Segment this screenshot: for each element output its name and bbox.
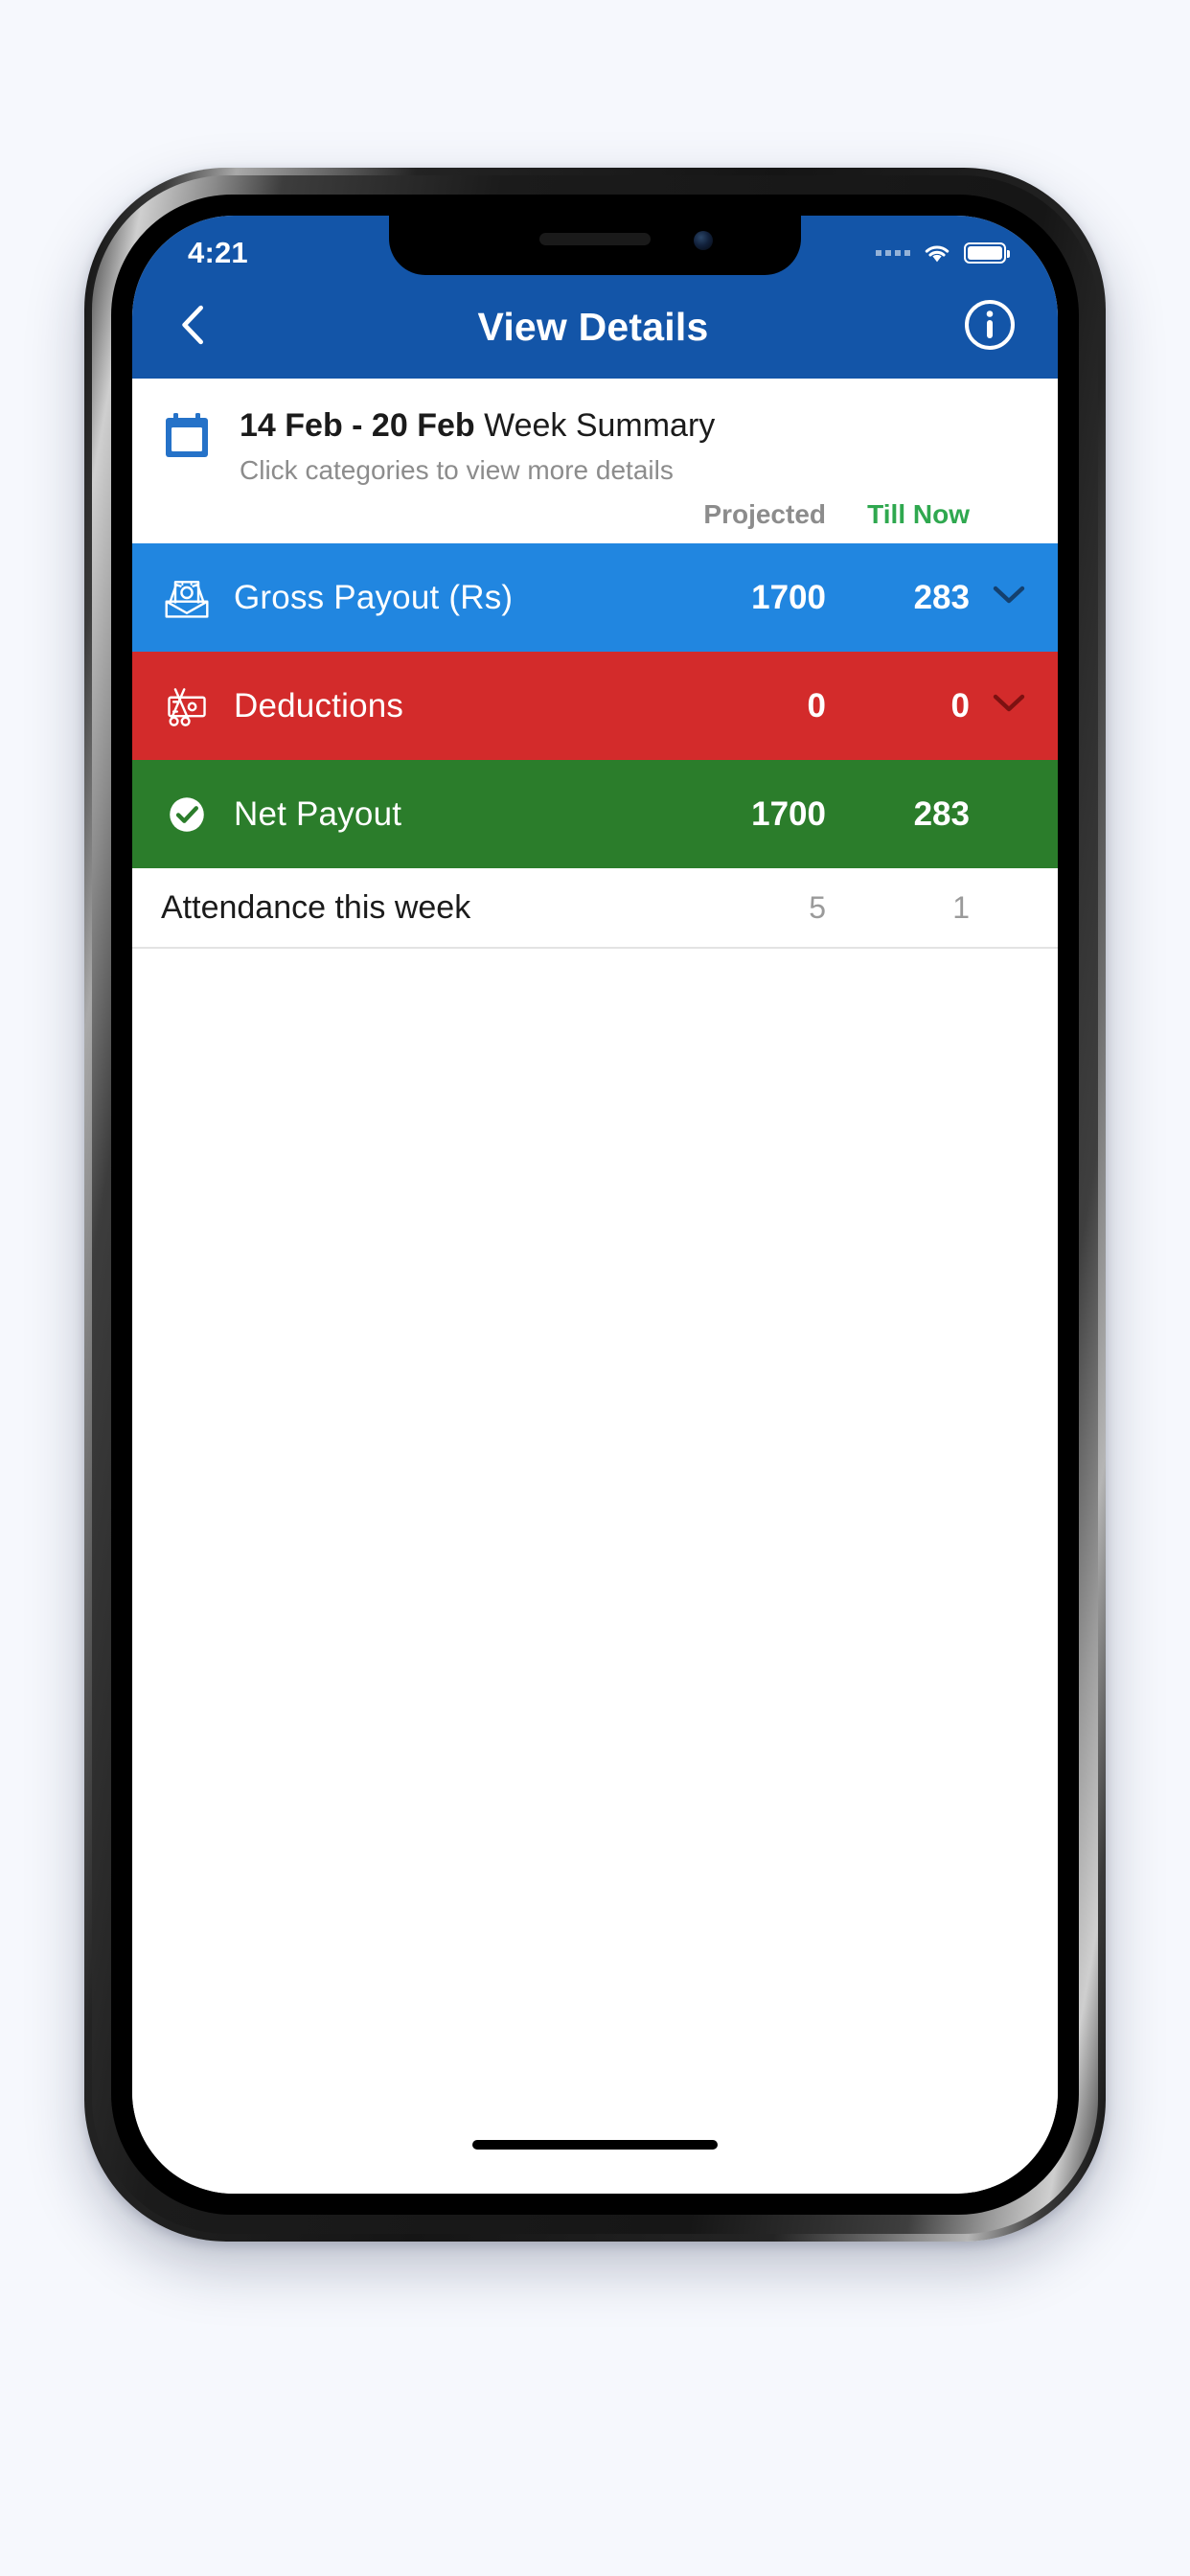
status-bar-clock: 4:21 <box>188 236 248 269</box>
front-camera <box>694 231 713 250</box>
week-summary-subtitle: Click categories to view more details <box>240 454 674 485</box>
chevron-down-icon <box>993 585 1025 610</box>
week-date-range: 14 Feb - 20 Feb <box>240 407 475 444</box>
info-button[interactable] <box>960 297 1019 356</box>
category-projected-value: 1700 <box>751 578 826 616</box>
attendance-row: Attendance this week 5 1 <box>132 868 1058 950</box>
screenshot-stage: 4:21 View Details 14 Feb - 20 Feb Week S… <box>0 0 1190 2576</box>
phone-device-frame: 4:21 View Details 14 Feb - 20 Feb Week S… <box>84 168 1106 2242</box>
signal-dots-icon <box>876 250 910 256</box>
attendance-till-now-value: 1 <box>952 889 970 925</box>
category-projected-value: 1700 <box>751 794 826 833</box>
category-label: Gross Payout (Rs) <box>234 578 514 616</box>
status-bar-indicators <box>876 227 1010 264</box>
home-indicator[interactable] <box>472 2140 718 2150</box>
category-row-gross-payout[interactable]: Gross Payout (Rs) 1700 283 <box>132 543 1058 653</box>
week-summary-suffix: Week Summary <box>474 407 716 444</box>
category-projected-value: 0 <box>807 686 826 724</box>
chevron-down-icon <box>993 693 1025 719</box>
money-envelope-icon <box>161 572 213 624</box>
page-title: View Details <box>477 304 709 349</box>
expand-toggle-gross-payout[interactable] <box>970 585 1025 610</box>
battery-full-icon <box>964 242 1010 264</box>
category-label: Net Payout <box>234 794 402 833</box>
back-button[interactable] <box>167 300 220 354</box>
column-header-till-now: Till Now <box>867 499 970 530</box>
check-circle-icon <box>161 789 213 840</box>
category-till-now-value: 0 <box>950 686 970 724</box>
attendance-label: Attendance this week <box>161 888 471 926</box>
phone-frame-bezel: 4:21 View Details 14 Feb - 20 Feb Week S… <box>111 195 1079 2215</box>
attendance-projected-value: 5 <box>809 889 826 925</box>
category-till-now-value: 283 <box>913 578 970 616</box>
info-circle-icon <box>963 298 1017 356</box>
week-summary-text: 14 Feb - 20 Feb Week Summary Click categ… <box>240 403 715 486</box>
phone-screen: 4:21 View Details 14 Feb - 20 Feb Week S… <box>132 216 1058 2194</box>
table-column-headers: Projected Till Now <box>132 495 1058 544</box>
phone-frame-midband: 4:21 View Details 14 Feb - 20 Feb Week S… <box>92 175 1098 2234</box>
wifi-icon <box>923 242 951 264</box>
week-summary-title: 14 Feb - 20 Feb Week Summary <box>240 405 715 447</box>
calendar-icon <box>161 409 213 461</box>
empty-content-area <box>132 949 1058 2194</box>
category-label: Deductions <box>234 686 404 724</box>
earpiece-speaker <box>539 233 651 245</box>
category-till-now-value: 283 <box>913 794 970 833</box>
device-notch <box>389 216 801 275</box>
category-row-net-payout[interactable]: Net Payout 1700 283 <box>132 760 1058 869</box>
week-summary-card: 14 Feb - 20 Feb Week Summary Click categ… <box>132 379 1058 496</box>
column-header-projected: Projected <box>703 499 826 530</box>
category-row-deductions[interactable]: Deductions 0 0 <box>132 652 1058 761</box>
expand-toggle-deductions[interactable] <box>970 693 1025 719</box>
app-screen-content: 4:21 View Details 14 Feb - 20 Feb Week S… <box>132 216 1058 2194</box>
app-header-bar: View Details <box>132 275 1058 379</box>
chevron-left-icon <box>177 303 210 352</box>
scissors-cut-money-icon <box>161 680 213 732</box>
